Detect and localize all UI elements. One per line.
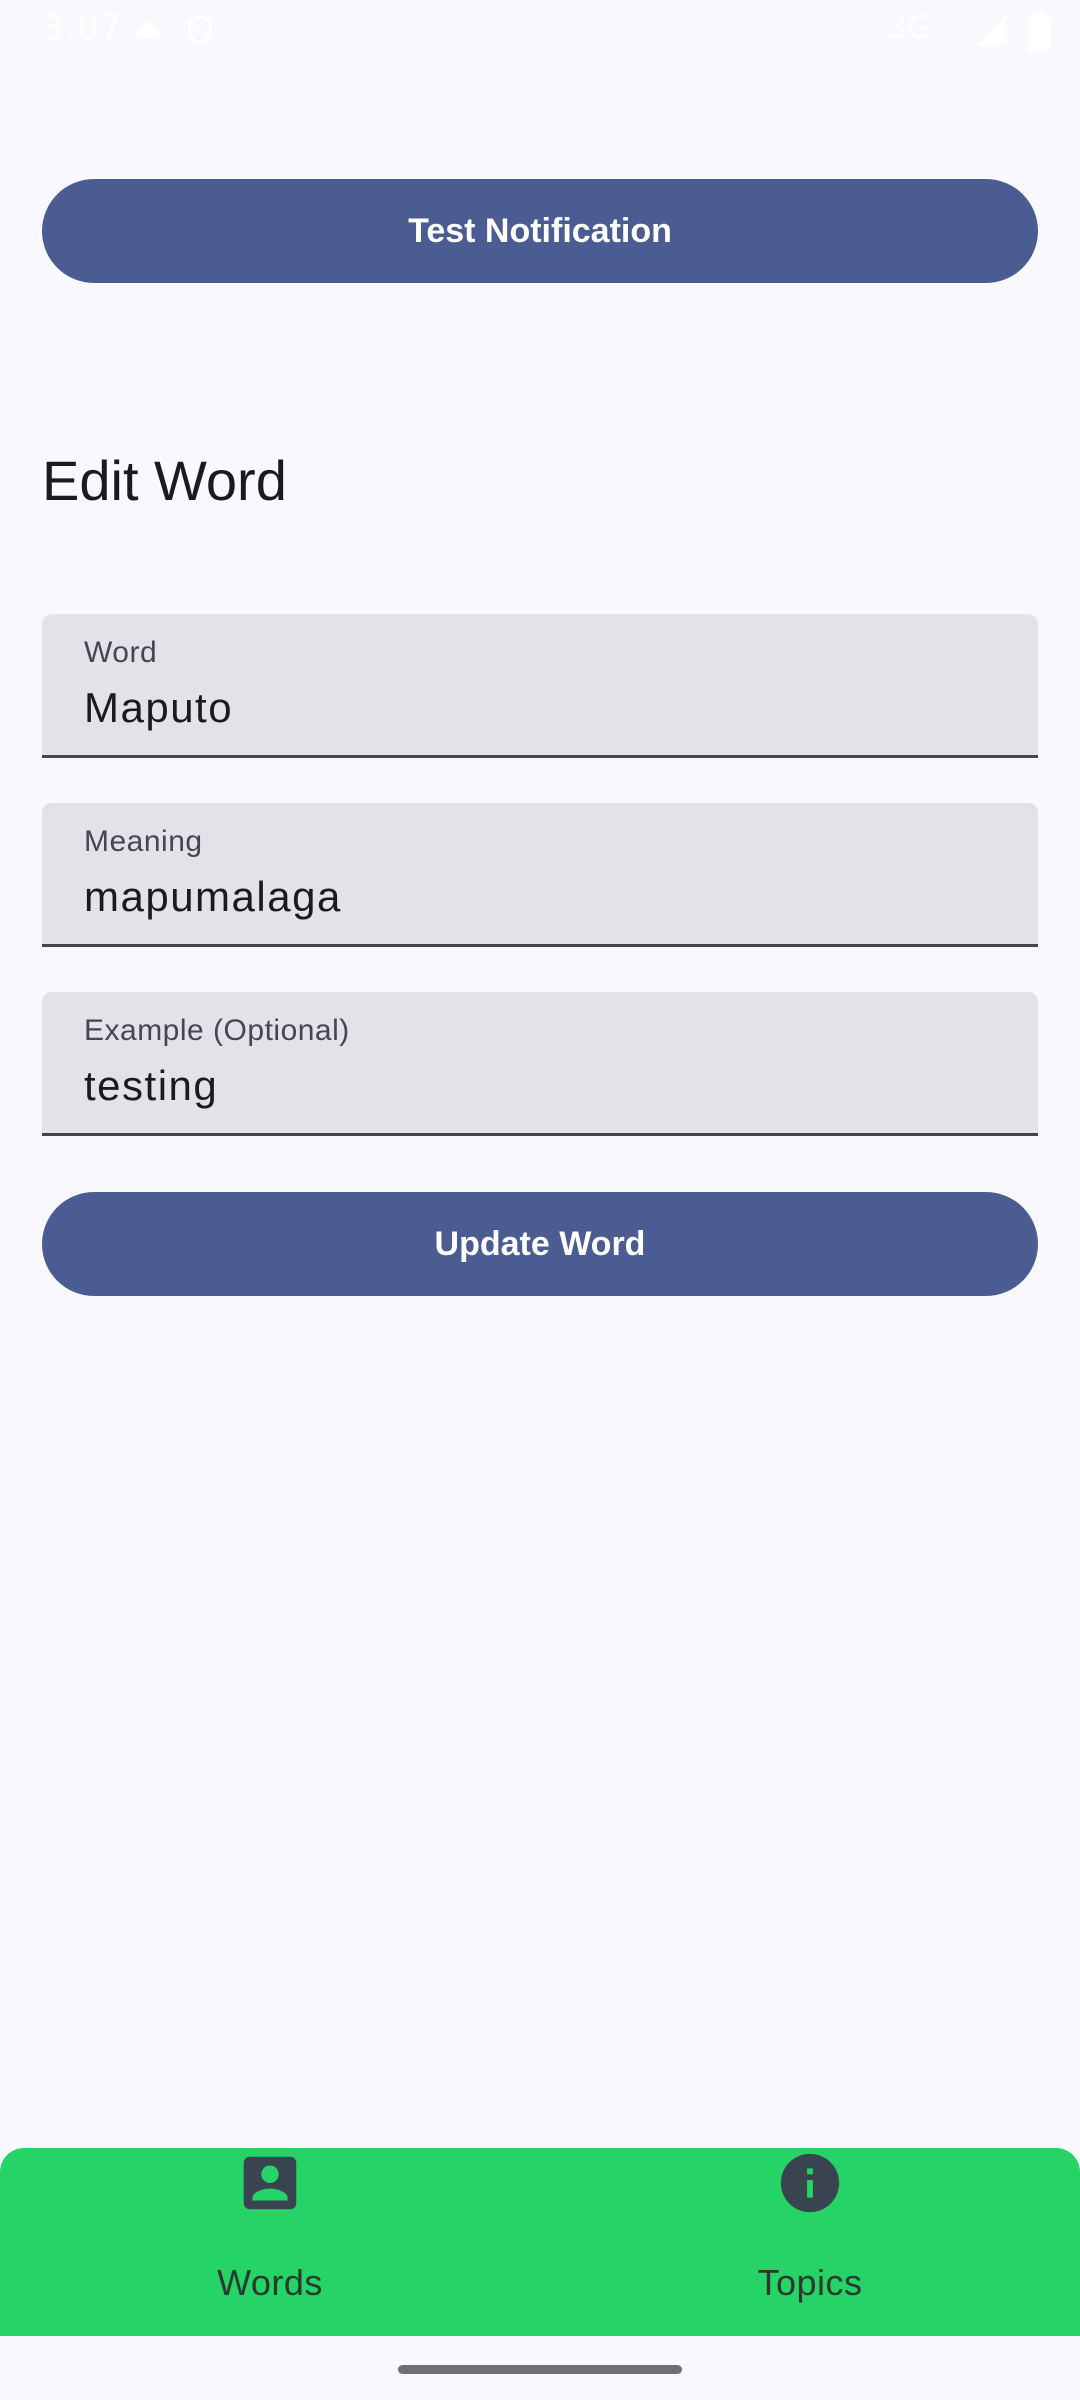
bottom-navigation: Words Topics — [0, 2148, 1080, 2336]
network-type: 3G — [886, 8, 932, 46]
info-icon — [780, 2153, 840, 2213]
test-notification-button[interactable]: Test Notification — [42, 179, 1038, 283]
example-field[interactable]: Example (Optional) — [42, 992, 1038, 1136]
vpn-shield-icon — [187, 15, 213, 45]
example-field-label: Example (Optional) — [84, 1014, 350, 1047]
account-box-icon — [243, 2156, 297, 2210]
nav-label-topics: Topics — [757, 2262, 863, 2303]
word-field[interactable]: Word — [42, 614, 1038, 758]
cloud-icon — [135, 22, 160, 38]
meaning-input[interactable] — [84, 869, 984, 925]
home-indicator[interactable] — [398, 2365, 682, 2374]
nav-item-topics[interactable]: Topics — [540, 2148, 1080, 2336]
nav-item-words[interactable]: Words — [0, 2148, 540, 2336]
signal-icon — [977, 15, 1007, 45]
nav-label-words: Words — [217, 2262, 323, 2303]
status-time: 3:07 — [42, 8, 123, 48]
word-field-label: Word — [84, 636, 158, 669]
word-input[interactable] — [84, 680, 984, 736]
example-input[interactable] — [84, 1058, 984, 1114]
page-title: Edit Word — [42, 449, 287, 512]
meaning-field-label: Meaning — [84, 825, 203, 858]
battery-icon — [1027, 12, 1051, 52]
meaning-field[interactable]: Meaning — [42, 803, 1038, 947]
status-bar: 3:07 3G — [0, 0, 1080, 62]
update-word-button[interactable]: Update Word — [42, 1192, 1038, 1296]
